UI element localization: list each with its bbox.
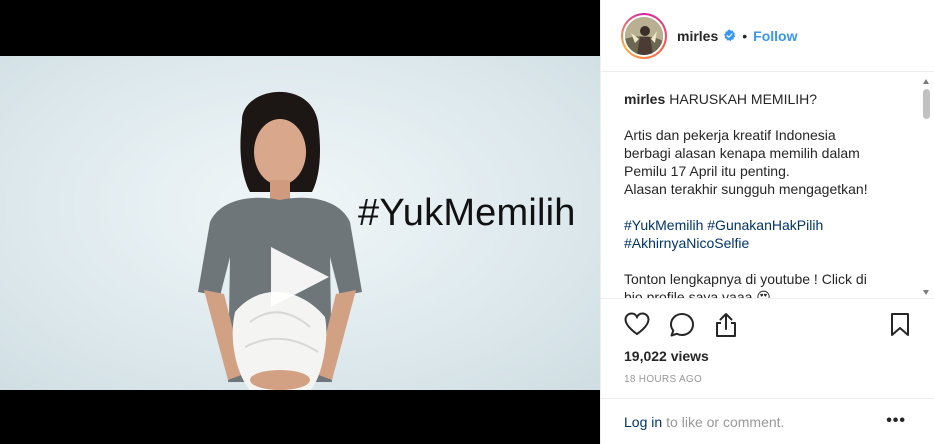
login-link[interactable]: Log in [624,414,662,430]
video-overlay-hashtag: #YukMemilih [358,192,576,234]
caption-line: berbagi alasan kenapa memilih dalam [624,145,860,161]
post-caption: mirles HARUSKAH MEMILIH? Artis dan pekerj… [601,73,934,299]
scrollbar-thumb[interactable] [923,89,930,119]
scroll-down-arrow-icon[interactable] [923,290,929,295]
caption-scrollbar[interactable] [923,79,930,295]
video-player[interactable]: #YukMemilih [0,0,600,444]
caption-scroll-area[interactable]: mirles HARUSKAH MEMILIH? Artis dan pekerj… [601,73,934,299]
bookmark-icon[interactable] [890,312,910,337]
post-timestamp[interactable]: 18 HOURS AGO [624,374,702,385]
login-prompt: Log in to like or comment. ••• [601,398,934,444]
hashtag-link[interactable]: #YukMemilih [624,217,703,233]
verified-badge-icon [724,29,736,42]
video-frame[interactable]: #YukMemilih [0,56,600,390]
hashtag-link[interactable]: #AkhirnyaNicoSelfie [624,235,749,251]
avatar-image [625,16,663,55]
caption-line: Artis dan pekerja kreatif Indonesia [624,127,836,143]
header-separator: • [742,27,748,44]
scroll-up-arrow-icon[interactable] [923,79,929,84]
person-figure [198,91,362,390]
more-options-button[interactable]: ••• [886,412,906,430]
avatar-story-ring[interactable] [621,12,667,59]
action-bar [624,312,910,338]
caption-line: Tonton lengkapnya di youtube ! Click di [624,271,867,287]
play-button[interactable] [255,241,345,313]
hashtag-link[interactable]: #GunakanHakPilih [707,217,823,233]
comment-icon[interactable] [669,312,695,338]
post-header: mirles • Follow [601,0,934,72]
post-panel: mirles • Follow mirles HARUSKAH MEMILIH? … [600,0,934,444]
caption-line: Pemilu 17 April itu penting. [624,163,790,179]
view-count[interactable]: 19,022 views [624,348,709,364]
avatar[interactable] [625,16,663,55]
share-icon[interactable] [714,312,738,338]
header-username[interactable]: mirles [677,28,718,44]
follow-button[interactable]: Follow [753,28,797,44]
login-prompt-text: to like or comment. [666,413,785,430]
caption-username[interactable]: mirles [624,91,665,107]
caption-line: bio profile saya yaaa 😍 [624,289,771,299]
caption-title: HARUSKAH MEMILIH? [669,91,818,107]
caption-line: Alasan terakhir sungguh mengagetkan! [624,181,868,197]
heart-icon[interactable] [624,312,650,336]
